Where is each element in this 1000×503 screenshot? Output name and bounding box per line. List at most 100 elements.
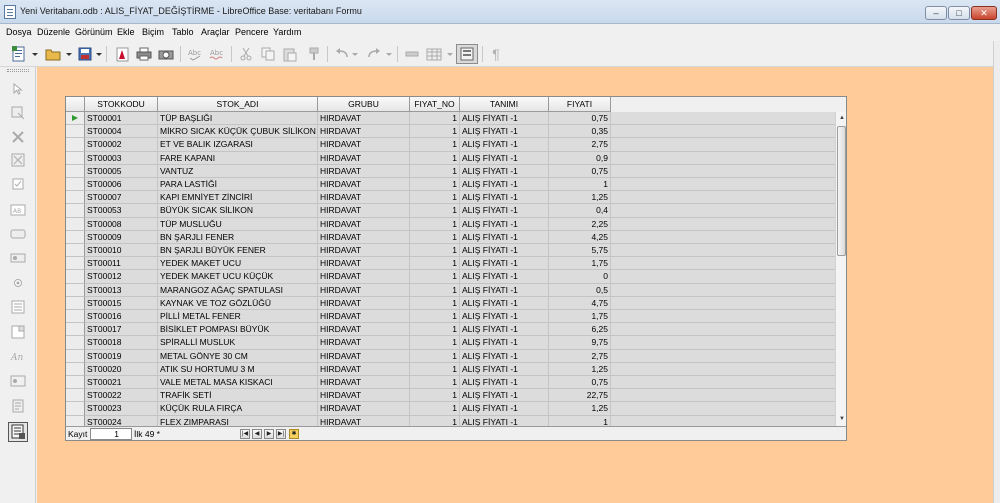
cell-fiyati[interactable]: 4,75 — [549, 296, 611, 310]
table-row[interactable]: ST00018 SPİRALLİ MUSLUK HIRDAVAT 1 ALIŞ FİYA… — [66, 336, 835, 350]
cell-fiyati[interactable]: 4,25 — [549, 230, 611, 244]
copy-icon[interactable] — [259, 45, 277, 63]
cell-fiyati[interactable]: 0,75 — [549, 164, 611, 178]
table-row[interactable]: ST00017 BİSİKLET POMPASI BÜYÜK HIRDAVAT 1 AL… — [66, 323, 835, 337]
cell-grubu[interactable]: HIRDAVAT — [318, 191, 410, 205]
cell-stokkodu[interactable]: ST00001 — [85, 112, 158, 126]
scroll-down-arrow-icon[interactable]: ▼ — [838, 414, 846, 424]
column-header-tanimi[interactable]: TANIMI — [460, 97, 549, 112]
cell-fiyati[interactable]: 0 — [549, 270, 611, 284]
table-row[interactable]: ST00016 PİLLİ METAL FENER HIRDAVAT 1 ALIŞ Fİ… — [66, 310, 835, 324]
grid-vertical-scrollbar[interactable]: ▲ ▼ — [835, 112, 846, 426]
save-icon[interactable] — [76, 45, 94, 63]
cell-fiyati[interactable]: 5,75 — [549, 244, 611, 258]
cell-fiyat-no[interactable]: 1 — [410, 178, 460, 192]
cell-stok-adi[interactable]: TÜP MUSLUĞU — [158, 217, 318, 231]
row-header-corner[interactable] — [66, 97, 85, 112]
table-row[interactable]: ST00010 BN ŞARJLI BÜYÜK FENER HIRDAVAT 1 ALI… — [66, 244, 835, 258]
cell-fiyat-no[interactable]: 1 — [410, 112, 460, 126]
cell-fiyat-no[interactable]: 1 — [410, 270, 460, 284]
row-header[interactable] — [66, 362, 85, 376]
cell-fiyat-no[interactable]: 1 — [410, 257, 460, 271]
cell-stokkodu[interactable]: ST00010 — [85, 244, 158, 258]
cell-grubu[interactable]: HIRDAVAT — [318, 138, 410, 152]
menu-gorunum[interactable]: Görünüm — [75, 27, 113, 37]
paste-icon[interactable] — [281, 45, 299, 63]
table-row[interactable]: ST00003 FARE KAPANI HIRDAVAT 1 ALIŞ FİYATI -… — [66, 151, 835, 165]
cell-tanimi[interactable]: ALIŞ FİYATI -1 — [460, 217, 549, 231]
table-row[interactable]: ST00053 BÜYÜK SICAK SİLİKON HIRDAVAT 1 ALIŞ … — [66, 204, 835, 218]
table-row[interactable]: ST00012 YEDEK MAKET UCU KÜÇÜK HIRDAVAT 1 ALI… — [66, 270, 835, 284]
cell-stok-adi[interactable]: VALE METAL MASA KISKACI — [158, 376, 318, 390]
cell-stok-adi[interactable]: BN ŞARJLI FENER — [158, 230, 318, 244]
row-header[interactable] — [66, 257, 85, 271]
cell-stokkodu[interactable]: ST00006 — [85, 178, 158, 192]
formatting-marks-icon[interactable]: ¶ — [487, 45, 505, 63]
table-row[interactable]: ST00002 ET VE BALIK IZGARASI HIRDAVAT 1 ALIŞ… — [66, 138, 835, 152]
table-row[interactable]: ST00004 MİKRO SICAK KÜÇÜK ÇUBUK SİLİKON HI… — [66, 125, 835, 139]
cell-stok-adi[interactable]: ATIK SU HORTUMU 3 M — [158, 362, 318, 376]
cell-stok-adi[interactable]: MARANGOZ AĞAÇ SPATULASI — [158, 283, 318, 297]
column-header-grubu[interactable]: GRUBU — [318, 97, 410, 112]
redo-icon[interactable] — [365, 45, 383, 63]
cell-fiyat-no[interactable]: 1 — [410, 376, 460, 390]
window-scrollbar[interactable] — [993, 41, 1000, 503]
table-row[interactable]: ST00007 KAPI EMNİYET ZİNCİRİ HIRDAVAT 1 ALIŞ… — [66, 191, 835, 205]
cell-grubu[interactable]: HIRDAVAT — [318, 296, 410, 310]
cell-fiyat-no[interactable]: 1 — [410, 349, 460, 363]
cell-tanimi[interactable]: ALIŞ FİYATI -1 — [460, 296, 549, 310]
table-row[interactable]: ST00021 VALE METAL MASA KISKACI HIRDAVAT 1 A… — [66, 376, 835, 390]
cell-fiyat-no[interactable]: 1 — [410, 125, 460, 139]
table-row[interactable]: ST00011 YEDEK MAKET UCU HIRDAVAT 1 ALIŞ FİYA… — [66, 257, 835, 271]
cell-fiyat-no[interactable]: 1 — [410, 296, 460, 310]
toolbar-grip[interactable] — [7, 69, 29, 72]
cell-grubu[interactable]: HIRDAVAT — [318, 112, 410, 126]
cell-stok-adi[interactable]: PİLLİ METAL FENER — [158, 310, 318, 324]
cell-grubu[interactable]: HIRDAVAT — [318, 257, 410, 271]
cell-stokkodu[interactable]: ST00004 — [85, 125, 158, 139]
list-box-control-icon[interactable] — [9, 298, 27, 316]
table-row[interactable]: ST00001 TÜP BAŞLIĞI HIRDAVAT 1 ALIŞ FİYATI -… — [66, 112, 835, 126]
row-header[interactable] — [66, 230, 85, 244]
radio-control-icon[interactable] — [9, 274, 27, 292]
cell-stok-adi[interactable]: FARE KAPANI — [158, 151, 318, 165]
cell-fiyat-no[interactable]: 1 — [410, 204, 460, 218]
menu-dosya[interactable]: Dosya — [6, 27, 32, 37]
cell-fiyati[interactable]: 1 — [549, 415, 611, 426]
cell-stokkodu[interactable]: ST00005 — [85, 164, 158, 178]
cell-stokkodu[interactable]: ST00011 — [85, 257, 158, 271]
cell-stok-adi[interactable]: TRAFİK SETİ — [158, 389, 318, 403]
export-pdf-icon[interactable] — [113, 45, 131, 63]
cell-tanimi[interactable]: ALIŞ FİYATI -1 — [460, 151, 549, 165]
cell-grubu[interactable]: HIRDAVAT — [318, 164, 410, 178]
print-icon[interactable] — [135, 45, 153, 63]
first-record-button[interactable]: |◀ — [240, 429, 250, 439]
cell-stok-adi[interactable]: FLEX ZIMPARASI — [158, 415, 318, 426]
table-row[interactable]: ST00020 ATIK SU HORTUMU 3 M HIRDAVAT 1 ALIŞ … — [66, 362, 835, 376]
cell-tanimi[interactable]: ALIŞ FİYATI -1 — [460, 376, 549, 390]
cell-stokkodu[interactable]: ST00019 — [85, 349, 158, 363]
cell-stokkodu[interactable]: ST00007 — [85, 191, 158, 205]
scroll-up-arrow-icon[interactable]: ▲ — [838, 113, 846, 123]
row-header[interactable] — [66, 204, 85, 218]
cell-fiyat-no[interactable]: 1 — [410, 415, 460, 426]
cell-fiyat-no[interactable]: 1 — [410, 323, 460, 337]
row-header[interactable] — [66, 270, 85, 284]
menu-duzenle[interactable]: Düzenle — [37, 27, 70, 37]
column-header-fiyat-no[interactable]: FIYAT_NO — [410, 97, 460, 112]
menu-pencere[interactable]: Pencere — [235, 27, 269, 37]
form-properties-icon[interactable] — [9, 151, 27, 169]
cell-fiyati[interactable]: 0,75 — [549, 112, 611, 126]
table-icon[interactable] — [425, 45, 443, 63]
table-row[interactable]: ST00005 VANTUZ HIRDAVAT 1 ALIŞ FİYATI -1 0,75 — [66, 164, 835, 178]
record-number-input[interactable]: 1 — [90, 428, 132, 440]
cell-fiyat-no[interactable]: 1 — [410, 191, 460, 205]
row-header[interactable] — [66, 112, 85, 126]
cell-tanimi[interactable]: ALIŞ FİYATI -1 — [460, 112, 549, 126]
cell-stok-adi[interactable]: TÜP BAŞLIĞI — [158, 112, 318, 126]
row-header[interactable] — [66, 376, 85, 390]
menu-tablo[interactable]: Tablo — [172, 27, 194, 37]
row-header[interactable] — [66, 349, 85, 363]
cell-tanimi[interactable]: ALIŞ FİYATI -1 — [460, 402, 549, 416]
cell-grubu[interactable]: HIRDAVAT — [318, 151, 410, 165]
